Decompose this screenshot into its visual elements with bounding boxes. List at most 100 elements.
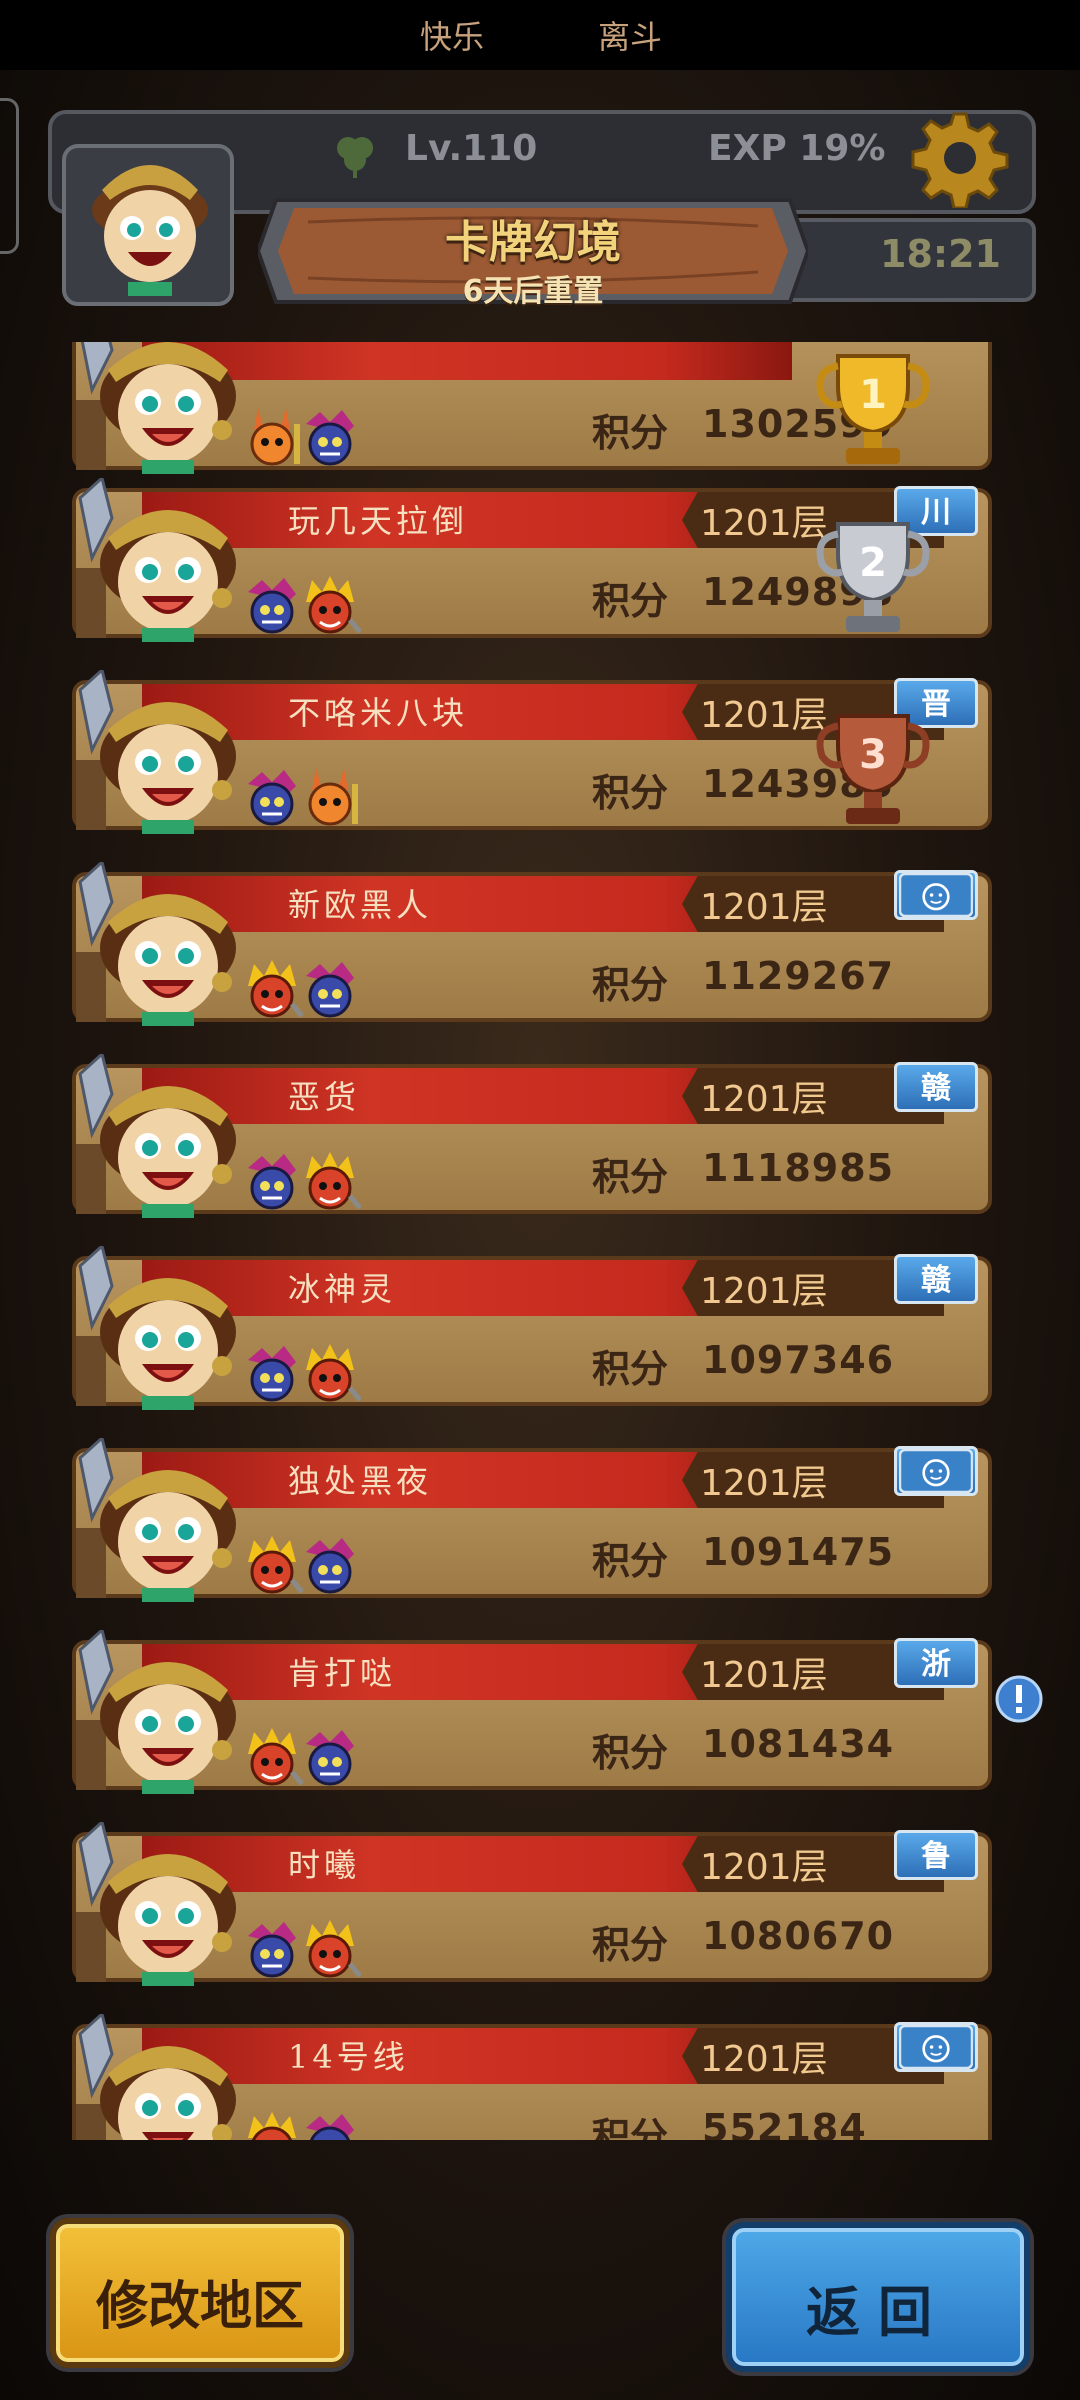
hero-lion-icon [298,1340,362,1404]
ranking-card[interactable]: 冰神灵 1201层 赣 积分 1097346 [72,1246,992,1414]
player-avatar-icon[interactable] [58,140,238,310]
score-label: 积分 [592,771,669,815]
score-label: 积分 [592,411,669,455]
floor-text: 1201层 [700,887,828,928]
hero-lion-icon [298,572,362,636]
modify-region-button[interactable]: 修改地区 [50,2218,350,2368]
score-label: 积分 [592,579,669,623]
info-icon[interactable] [994,1674,1044,1724]
face-icon [894,2022,978,2072]
ranking-card[interactable]: 积分 1302599 [72,342,992,478]
modify-region-label: 修改地区 [95,2277,304,2337]
floor-text: 1201层 [700,1271,828,1312]
player-avatar-icon[interactable] [72,1438,252,1606]
region-badge: 赣 [894,1062,978,1112]
region-badge: 浙 [894,1638,978,1688]
score-label: 积分 [592,1539,669,1583]
player-avatar-icon[interactable] [72,1054,252,1222]
ranking-card[interactable]: 新欧黑人 1201层 积分 1129267 [72,862,992,1030]
player-name: 新欧黑人 [288,886,433,924]
score-value: 1080670 [702,1914,895,1958]
ranking-card[interactable]: 玩几天拉倒 1201层 川 积分 1249898 [72,478,992,646]
back-button[interactable]: 返回 [726,2222,1030,2372]
ranking-card[interactable]: 不咯米八块 1201层 晋 积分 1243985 [72,670,992,838]
hero-dragon-icon [298,1724,362,1788]
ranking-card[interactable]: 独处黑夜 1201层 积分 1091475 [72,1438,992,1606]
score-value: 1118985 [702,1146,895,1190]
hero-rabbit-icon [298,764,362,828]
side-drawer-tab[interactable] [0,98,19,254]
player-name: 14号线 [288,2038,409,2076]
score-label: 积分 [592,1155,669,1199]
floor-text: 1201层 [700,1847,828,1888]
player-name: 时曦 [288,1846,361,1884]
player-avatar-icon[interactable] [72,1246,252,1414]
player-exp: EXP 19% [708,128,886,169]
silver-trophy-icon [808,514,938,644]
top-strip-right-text: 离斗 [598,18,663,56]
player-avatar-icon[interactable] [72,478,252,646]
hero-dragon-icon [298,2108,362,2140]
player-avatar-icon[interactable] [72,1630,252,1798]
floor-text: 1201层 [700,1463,828,1504]
ranking-list[interactable]: 积分 1302599 玩几天拉倒 1201层 川 积分 1249898 不咯米八… [0,342,1080,2140]
face-icon [894,1446,978,1496]
hero-lion-icon [240,1532,304,1596]
ranking-card[interactable]: 恶货 1201层 赣 积分 1118985 [72,1054,992,1222]
face-icon [894,870,978,920]
region-badge: 鲁 [894,1830,978,1880]
hero-dragon-icon [298,956,362,1020]
hero-lion-icon [240,2108,304,2140]
player-avatar-icon[interactable] [72,1822,252,1990]
event-reset-countdown: 6天后重置 [462,274,604,309]
hero-dragon-icon [298,1532,362,1596]
event-title: 卡牌幻境 [445,217,621,268]
hero-lion-icon [240,1724,304,1788]
player-avatar-icon[interactable] [72,342,252,478]
player-name: 恶货 [288,1078,361,1116]
player-name: 不咯米八块 [288,694,469,732]
hero-dragon-icon [240,1340,304,1404]
score-label: 积分 [592,2115,669,2140]
score-label: 积分 [592,1731,669,1775]
player-avatar-icon[interactable] [72,670,252,838]
hero-dragon-icon [240,1148,304,1212]
floor-text: 1201层 [700,1079,828,1120]
ranking-card[interactable]: 14号线 1201层 积分 552184 [72,2014,992,2140]
floor-text: 1201层 [700,2039,828,2080]
player-name: 玩几天拉倒 [288,502,469,540]
bronze-trophy-icon [808,706,938,836]
score-value: 1129267 [702,954,895,998]
gear-icon[interactable] [910,108,1010,208]
hero-lion-icon [298,1916,362,1980]
hero-dragon-icon [298,404,362,468]
gold-trophy-icon [808,346,938,476]
hero-lion-icon [298,1148,362,1212]
score-value: 552184 [702,2106,867,2140]
player-name: 肯打哒 [288,1654,397,1692]
clover-icon [337,137,373,178]
top-strip-left-text: 快乐 [420,18,485,56]
score-value: 1097346 [702,1338,895,1382]
clock-text: 18:21 [880,232,1001,276]
hero-dragon-icon [240,572,304,636]
player-avatar-icon[interactable] [72,862,252,1030]
score-value: 1081434 [702,1722,895,1766]
player-level: Lv.110 [405,128,538,169]
score-label: 积分 [592,1347,669,1391]
score-value: 1091475 [702,1530,895,1574]
player-name: 冰神灵 [288,1270,397,1308]
top-status-strip: 快乐 离斗 [0,0,1080,70]
hero-rabbit-icon [240,404,304,468]
back-label: 返回 [806,2281,950,2344]
hero-lion-icon [240,956,304,1020]
player-avatar-icon[interactable] [72,2014,252,2140]
region-badge: 赣 [894,1254,978,1304]
ranking-card[interactable]: 时曦 1201层 鲁 积分 1080670 [72,1822,992,1990]
ranking-card[interactable]: 肯打哒 1201层 浙 积分 1081434 [72,1630,992,1798]
hero-dragon-icon [240,1916,304,1980]
player-name: 独处黑夜 [288,1462,433,1500]
hero-dragon-icon [240,764,304,828]
floor-text: 1201层 [700,1655,828,1696]
score-label: 积分 [592,1923,669,1967]
